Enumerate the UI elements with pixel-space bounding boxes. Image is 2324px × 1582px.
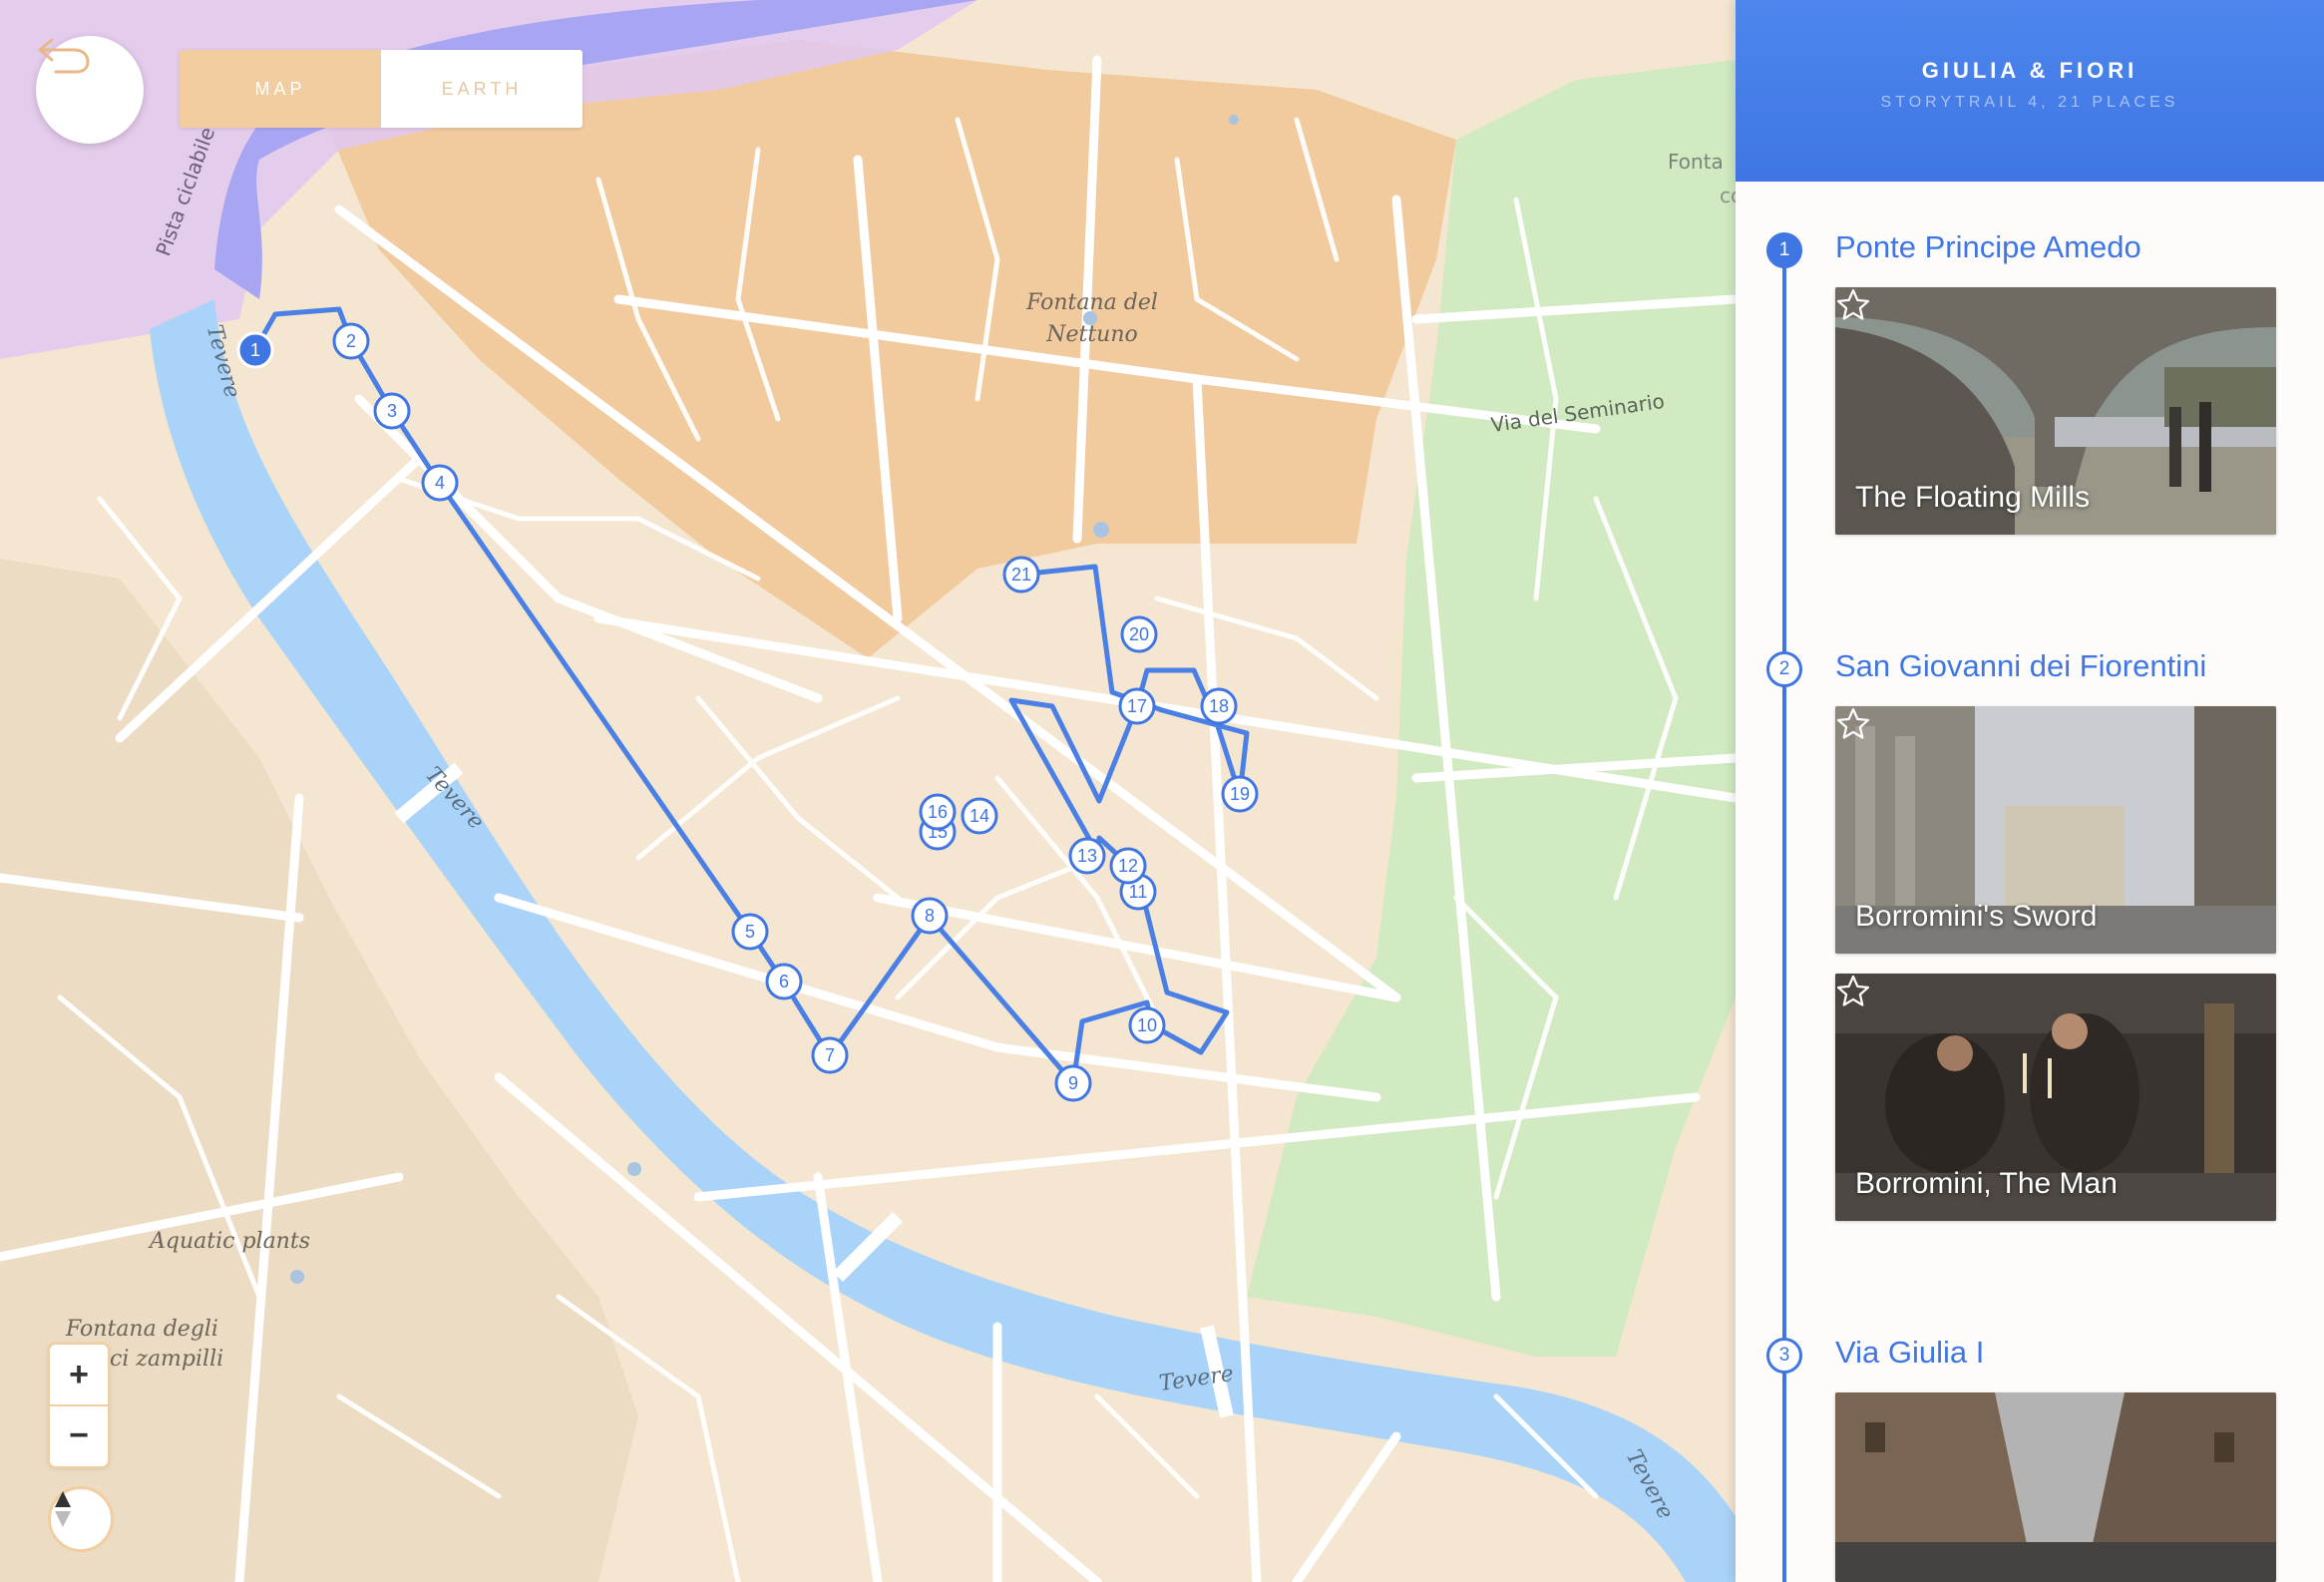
zoom-in-button[interactable]: + <box>50 1345 108 1405</box>
map-label-aquatic-plants: Aquatic plants <box>150 1229 310 1254</box>
route-marker-7[interactable]: 7 <box>811 1036 849 1074</box>
timeline-line <box>1782 249 1786 1582</box>
star-icon[interactable] <box>1835 287 1871 323</box>
svg-text:20: 20 <box>1129 624 1149 644</box>
zoom-out-button[interactable]: − <box>50 1405 108 1466</box>
route-marker-17[interactable]: 17 <box>1118 687 1156 725</box>
undo-arrow-icon <box>38 38 90 74</box>
svg-text:4: 4 <box>435 473 445 493</box>
compass-button[interactable] <box>48 1486 114 1552</box>
route-marker-3[interactable]: 3 <box>373 392 411 430</box>
route-marker-20[interactable]: 20 <box>1120 615 1158 653</box>
svg-text:16: 16 <box>928 802 948 822</box>
trail-title: GIULIA & FIORI <box>1921 58 2138 83</box>
route-markers: 1 2 3 4 5 6 7 8 9 10 11 12 13 15 16 14 1… <box>236 115 1259 1284</box>
svg-text:13: 13 <box>1077 846 1097 866</box>
route-marker-19[interactable]: 19 <box>1221 775 1259 813</box>
svg-text:8: 8 <box>925 906 935 926</box>
map-label-fontana-nettuno: Fontana del Nettuno <box>1026 290 1158 347</box>
map-label-colonna: colonna <box>1720 184 1736 207</box>
route-marker-8[interactable]: 8 <box>911 897 949 935</box>
place-number-3[interactable]: 3 <box>1766 1338 1802 1374</box>
story-card-borromini-the-man[interactable]: Borromini, The Man <box>1835 974 2276 1221</box>
tab-earth[interactable]: EARTH <box>381 50 582 128</box>
card-label: The Floating Mills <box>1855 481 2091 514</box>
compass-icon <box>55 1491 71 1527</box>
svg-text:12: 12 <box>1118 856 1138 876</box>
svg-text:6: 6 <box>779 972 789 991</box>
svg-text:10: 10 <box>1137 1015 1157 1035</box>
route-marker-2[interactable]: 2 <box>332 322 370 360</box>
svg-text:9: 9 <box>1068 1073 1078 1093</box>
route-marker-9[interactable]: 9 <box>1054 1064 1092 1102</box>
svg-text:21: 21 <box>1011 565 1031 585</box>
map-canvas[interactable]: 1 2 3 4 5 6 7 8 9 10 11 12 13 15 16 14 1… <box>0 0 1736 1582</box>
card-label: Borromini's Sword <box>1855 900 2098 933</box>
star-icon[interactable] <box>1835 974 1871 1009</box>
story-card-floating-mills[interactable]: The Floating Mills <box>1835 287 2276 535</box>
svg-text:18: 18 <box>1209 696 1229 716</box>
svg-text:14: 14 <box>969 806 989 826</box>
route-marker-12[interactable]: 12 <box>1109 847 1147 885</box>
svg-text:11: 11 <box>1129 882 1148 902</box>
star-icon[interactable] <box>1835 706 1871 742</box>
trail-subtitle: STORYTRAIL 4, 21 PLACES <box>1880 94 2179 111</box>
route-marker-6[interactable]: 6 <box>765 963 803 1000</box>
storytrail-panel: GIULIA & FIORI STORYTRAIL 4, 21 PLACES 1… <box>1736 0 2324 1582</box>
map-label-fonta: Fonta <box>1668 150 1724 174</box>
panel-header: GIULIA & FIORI STORYTRAIL 4, 21 PLACES <box>1736 0 2324 182</box>
svg-text:19: 19 <box>1230 784 1250 804</box>
svg-text:17: 17 <box>1127 696 1147 716</box>
zoom-control: + − <box>48 1343 110 1468</box>
route-marker-5[interactable]: 5 <box>731 913 769 951</box>
tab-map[interactable]: MAP <box>180 50 381 128</box>
svg-text:2: 2 <box>346 331 356 351</box>
route-marker-14[interactable]: 14 <box>961 797 998 835</box>
place-number-1[interactable]: 1 <box>1766 232 1802 268</box>
route-marker-4[interactable]: 4 <box>421 464 459 502</box>
svg-text:1: 1 <box>250 340 260 360</box>
place-title-3[interactable]: Via Giulia I <box>1835 1335 1984 1371</box>
map-label-fontana-zampilli-1: Fontana degli <box>66 1317 218 1342</box>
svg-text:5: 5 <box>745 922 755 942</box>
back-button[interactable] <box>36 36 144 144</box>
route-marker-21[interactable]: 21 <box>1002 556 1040 593</box>
route-marker-10[interactable]: 10 <box>1128 1006 1166 1044</box>
route-marker-18[interactable]: 18 <box>1200 687 1238 725</box>
route-marker-1[interactable]: 1 <box>236 331 274 369</box>
place-number-2[interactable]: 2 <box>1766 651 1802 687</box>
story-card-borrominis-sword[interactable]: Borromini's Sword <box>1835 706 2276 954</box>
story-card-via-giulia[interactable] <box>1835 1392 2276 1582</box>
card-image <box>1835 1392 2276 1582</box>
place-title-1[interactable]: Ponte Principe Amedo <box>1835 229 2141 265</box>
route-marker-13[interactable]: 13 <box>1068 837 1106 875</box>
route-marker-16[interactable]: 16 <box>919 793 957 831</box>
svg-text:3: 3 <box>387 401 397 421</box>
map-mode-toggle: MAP EARTH <box>180 50 582 128</box>
svg-text:7: 7 <box>825 1045 835 1065</box>
map-label-fontana-zampilli-2: ci zampilli <box>110 1347 224 1372</box>
card-label: Borromini, The Man <box>1855 1167 2118 1200</box>
place-title-2[interactable]: San Giovanni dei Fiorentini <box>1835 648 2206 684</box>
